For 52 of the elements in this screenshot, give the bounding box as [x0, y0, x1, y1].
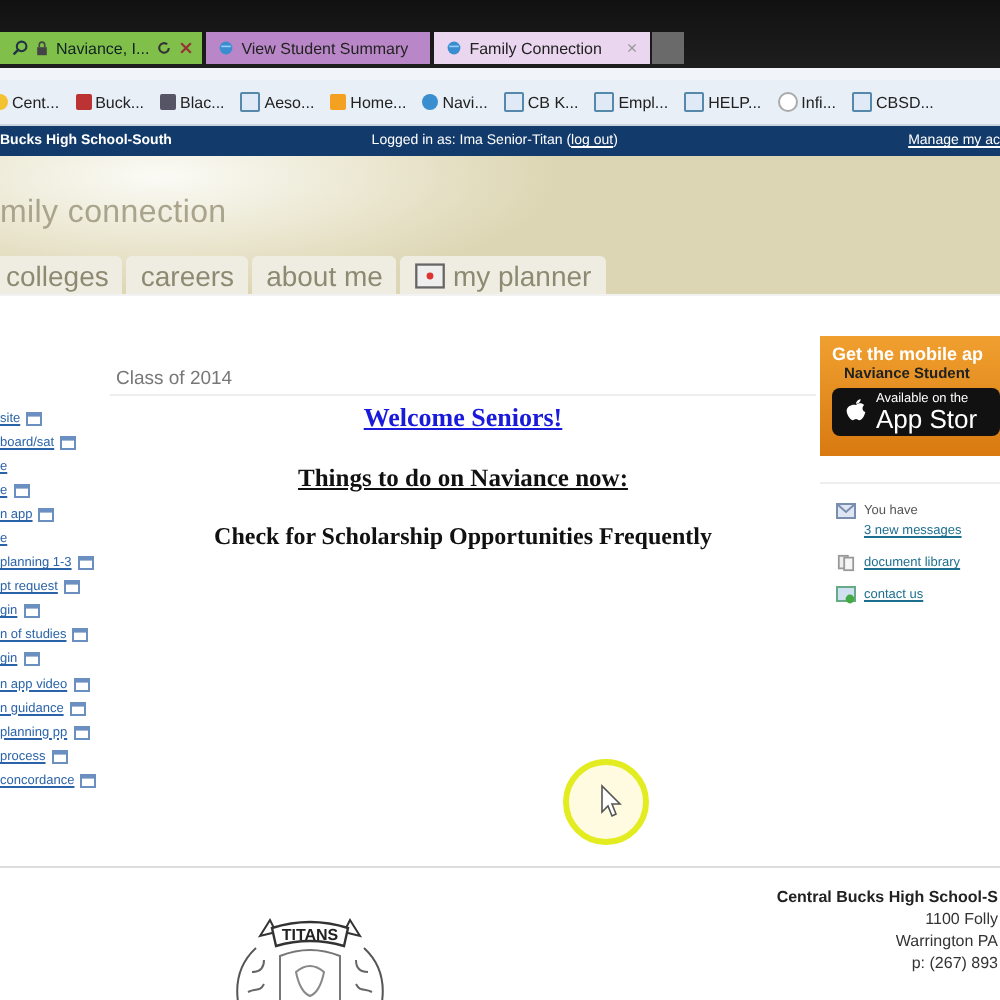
reminder-heading: Check for Scholarship Opportunities Frequently [214, 522, 712, 552]
bookmark[interactable]: CB K... [503, 92, 579, 112]
cursor-highlight-drawing [560, 756, 652, 848]
search-icon [12, 40, 28, 56]
browser-tab[interactable]: View Student Summary [205, 32, 430, 64]
window-icon [38, 507, 55, 522]
contact-card-icon [836, 586, 856, 604]
globe-icon [217, 40, 234, 56]
calendar-icon [414, 262, 447, 290]
class-label: Class of 2014 [110, 296, 816, 396]
window-icon [60, 435, 77, 450]
welcome-link[interactable]: Welcome Seniors! [363, 402, 563, 434]
bookmark[interactable]: Aeso... [240, 92, 315, 112]
address-line: Warrington PA [893, 932, 998, 950]
school-address-name: Central Bucks High School-S [776, 888, 998, 906]
bookmark[interactable]: Blac... [160, 93, 225, 111]
address-bar[interactable]: Naviance, I... [0, 32, 202, 64]
bookmark[interactable]: HELP... [684, 92, 762, 112]
envelope-icon [836, 502, 856, 520]
window-icon [73, 725, 90, 740]
address-line: p: (267) 893 [909, 954, 998, 972]
bookmark[interactable]: Home... [330, 93, 407, 111]
app-title: mily connection [0, 196, 229, 234]
apple-icon [844, 398, 868, 426]
window-icon [69, 701, 86, 716]
window-icon [13, 483, 30, 498]
bookmark[interactable]: Infi... [777, 92, 836, 112]
address-text: Naviance, I... [56, 39, 150, 57]
new-tab-button[interactable] [651, 32, 684, 64]
bookmark[interactable]: Empl... [594, 92, 669, 112]
window-icon [26, 411, 43, 426]
globe-icon [445, 40, 462, 56]
refresh-icon[interactable] [155, 40, 172, 56]
bookmark[interactable]: Cent... [0, 93, 60, 111]
window-icon [51, 749, 68, 764]
bookmark[interactable]: Buck... [75, 93, 145, 111]
window-icon [72, 628, 89, 643]
close-icon[interactable] [177, 40, 194, 56]
address-line: 1100 Folly [923, 910, 998, 928]
bookmark[interactable]: Navi... [422, 93, 488, 111]
bookmark[interactable]: CBSD... [852, 92, 934, 112]
window-icon [63, 580, 80, 595]
window-icon [23, 652, 40, 667]
browser-tab[interactable]: Family Connection × [433, 32, 650, 64]
section-heading: Things to do on Naviance now: [298, 464, 628, 494]
window-icon [77, 556, 94, 571]
crest-drawing: TITANS [200, 912, 420, 1000]
window-icon [80, 773, 97, 788]
documents-icon [836, 554, 856, 572]
window-icon [73, 677, 90, 692]
window-icon [23, 604, 40, 619]
lock-icon [34, 40, 50, 56]
